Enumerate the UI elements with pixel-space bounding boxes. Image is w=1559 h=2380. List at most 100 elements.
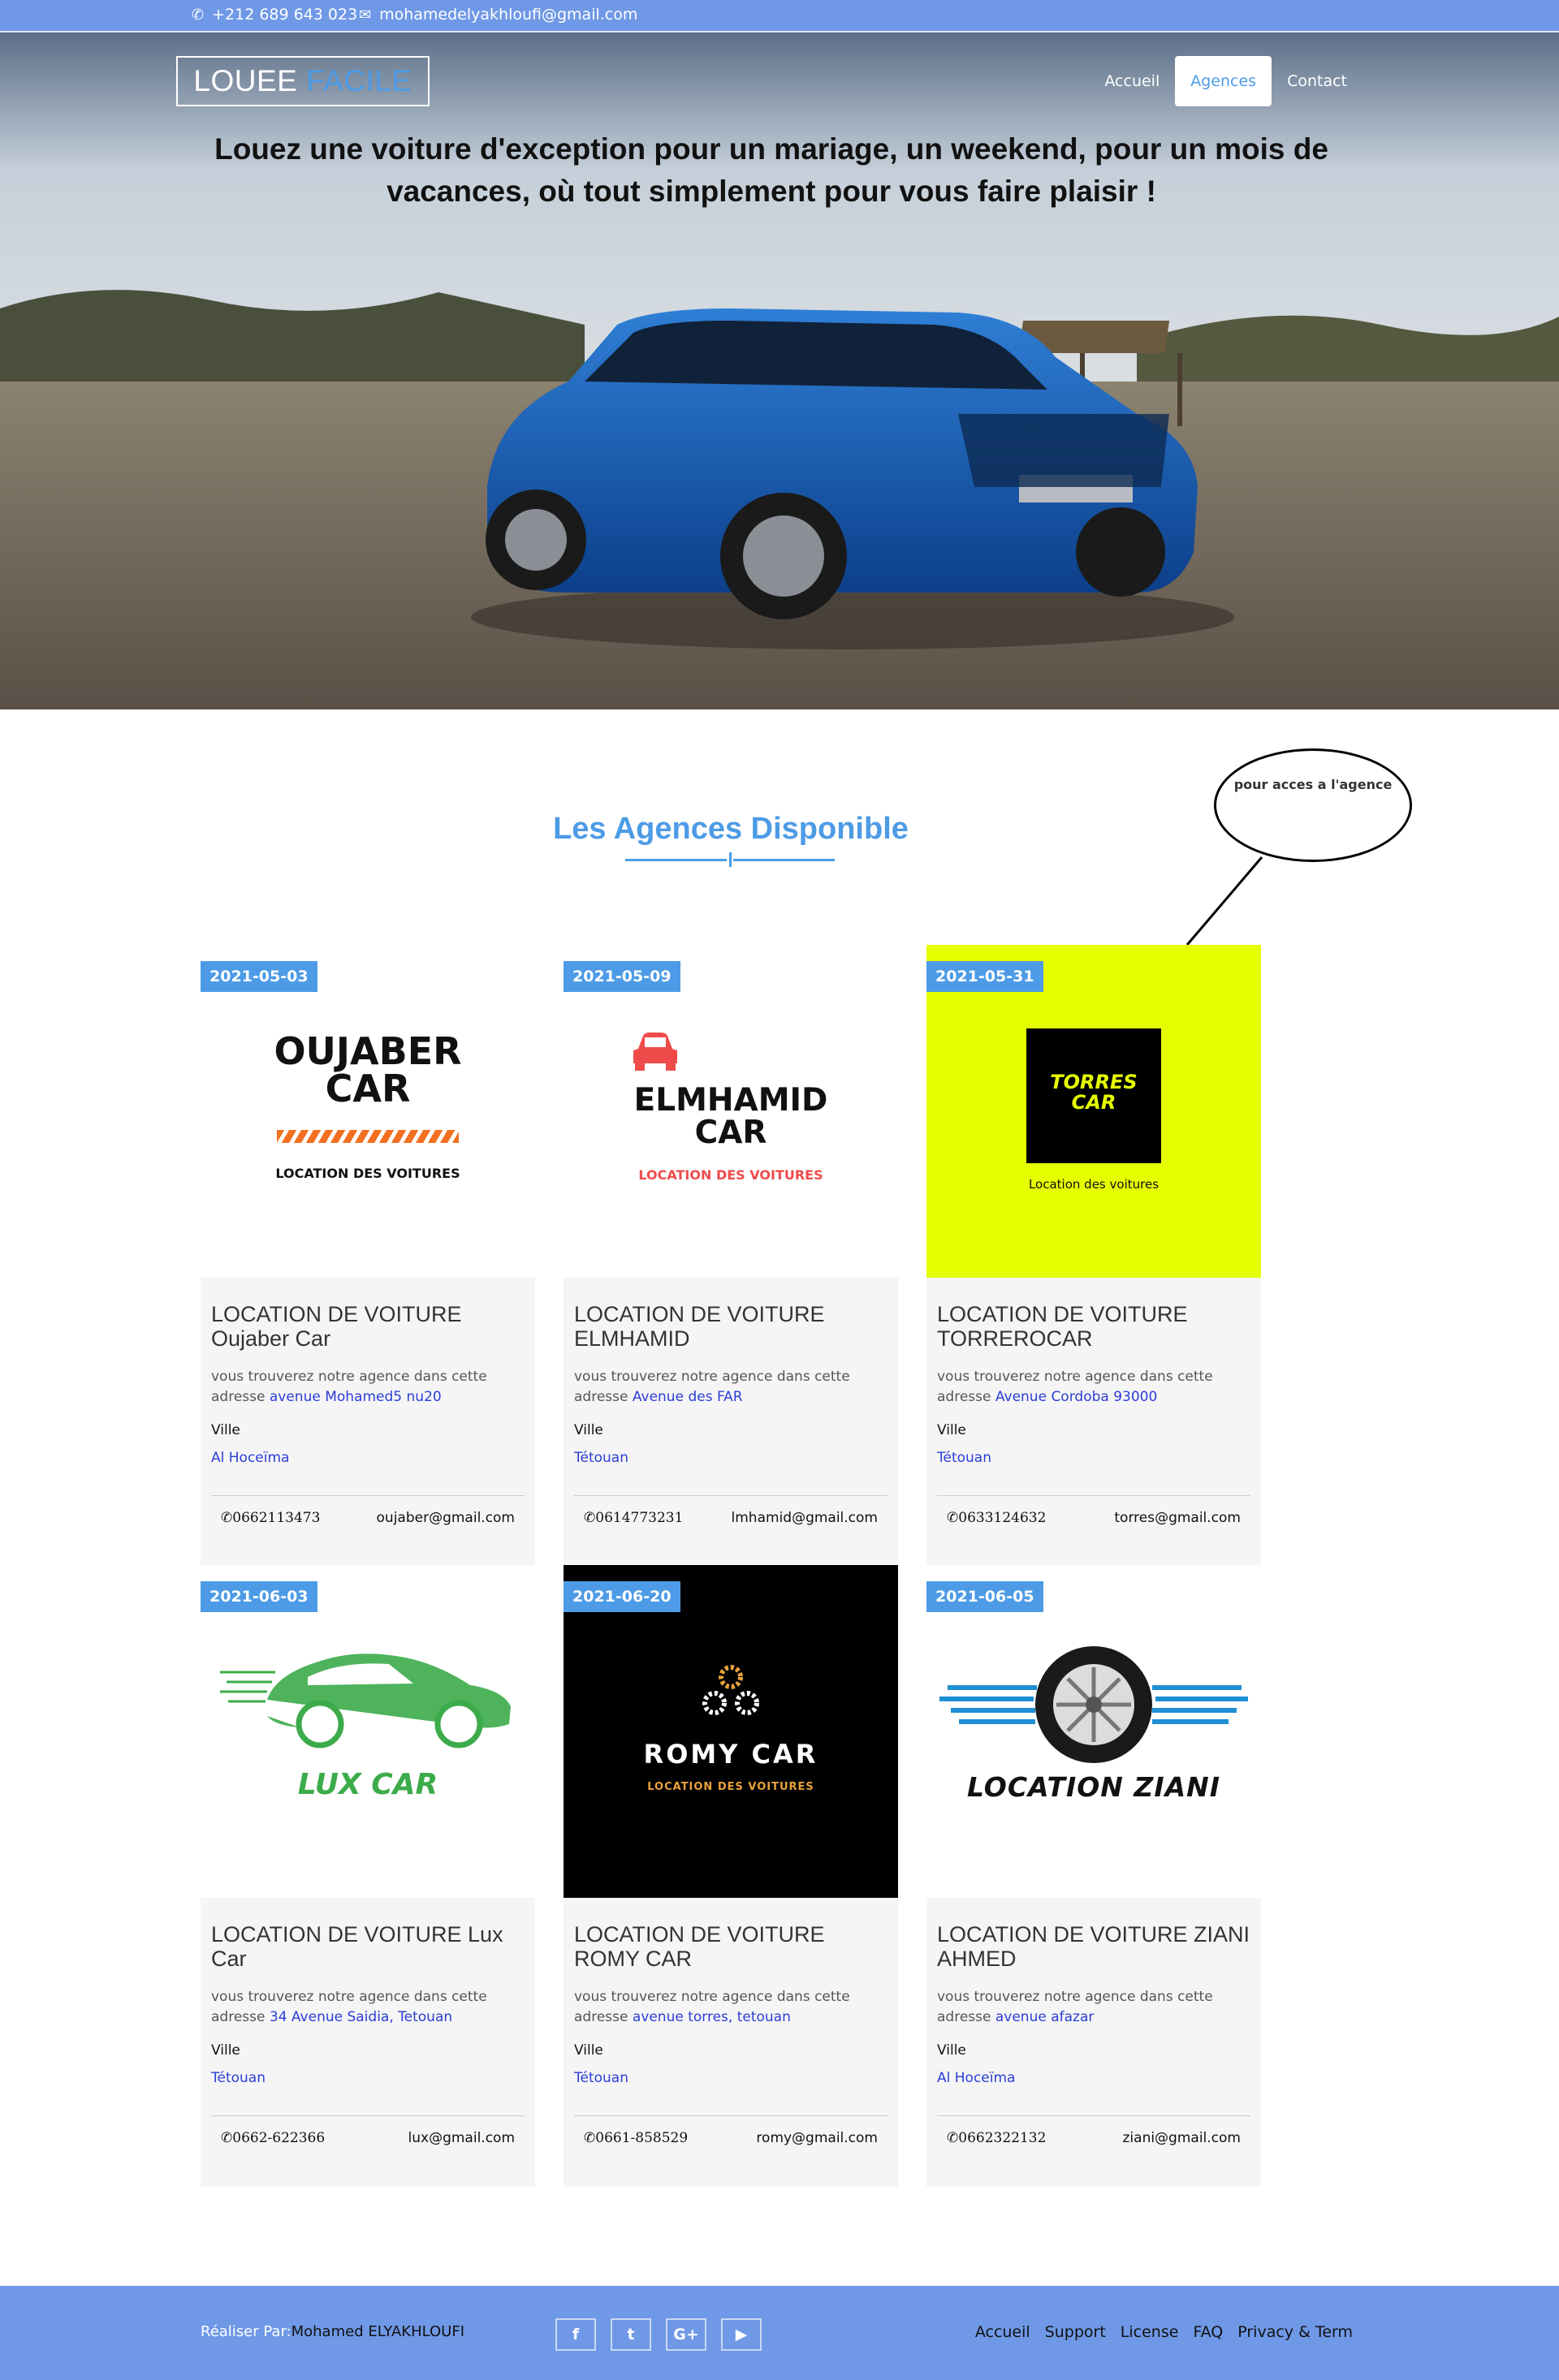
top-contact-bar: ✆ +212 689 643 023 ✉ mohamedelyakhloufi@… <box>0 0 1559 32</box>
phone-icon: ✆ <box>584 2130 596 2146</box>
nav-contact[interactable]: Contact <box>1272 56 1363 106</box>
elmhamid-logo-text: ELMHAMID CAR <box>564 1084 898 1149</box>
agency-card-body: LOCATION DE VOITURE ELMHAMID vous trouve… <box>564 1278 898 1567</box>
agency-phone[interactable]: ✆0662113473 <box>221 1510 320 1526</box>
top-email-text: mohamedelyakhloufi@gmail.com <box>379 6 638 24</box>
agency-card[interactable]: TORRES CAR Location des voitures 2021-05… <box>926 945 1261 1567</box>
agency-card-body: LOCATION DE VOITURE ZIANI AHMED vous tro… <box>926 1898 1261 2187</box>
agency-address[interactable]: avenue afazar <box>995 2009 1095 2025</box>
agency-ville-label: Ville <box>937 1422 966 1438</box>
phone-icon: ✆ <box>947 2130 959 2146</box>
google-plus-icon[interactable]: G+ <box>666 2318 706 2351</box>
torres-logo-text: TORRES CAR <box>1026 1072 1161 1113</box>
elmhamid-logo-line1: ELMHAMID <box>633 1082 828 1119</box>
callout-text: pour acces a l'agence <box>1233 777 1393 792</box>
footer-link-faq[interactable]: FAQ <box>1193 2323 1223 2341</box>
agency-email[interactable]: lux@gmail.com <box>408 2130 515 2146</box>
hero-headline: Louez une voiture d'exception pour un ma… <box>214 132 1328 208</box>
agency-address[interactable]: avenue torres, tetouan <box>633 2009 791 2025</box>
agency-contact-row: ✆0662322132 ziani@gmail.com <box>937 2130 1250 2146</box>
agency-address[interactable]: Avenue Cordoba 93000 <box>995 1389 1157 1405</box>
footer-social-links: f t G+ ▶ <box>555 2318 762 2351</box>
agency-description: vous trouverez notre agence dans cette a… <box>211 1367 525 1408</box>
agency-description: vous trouverez notre agence dans cette a… <box>574 1367 887 1408</box>
facebook-icon[interactable]: f <box>555 2318 596 2351</box>
brand-logo-part1: LOUEE <box>193 64 298 97</box>
agency-email[interactable]: oujaber@gmail.com <box>377 1510 515 1526</box>
agency-city[interactable]: Tétouan <box>211 2070 525 2086</box>
agency-city[interactable]: Tétouan <box>937 1450 1250 1466</box>
agency-logo-image[interactable]: ROMY CAR LOCATION DES VOITURES <box>564 1565 898 1898</box>
ziani-logo-text: LOCATION ZIANI <box>966 1771 1221 1803</box>
agency-logo-image[interactable]: LUX CAR <box>201 1565 535 1898</box>
agency-phone-text: 0662113473 <box>232 1510 321 1526</box>
agency-ville-label: Ville <box>574 1422 603 1438</box>
romy-logo-tagline: LOCATION DES VOITURES <box>647 1781 814 1793</box>
agency-card[interactable]: OUJABER CAR LOCATION DES VOITURES 2021-0… <box>201 945 535 1567</box>
agency-description: vous trouverez notre agence dans cette a… <box>574 1987 887 2028</box>
agency-address[interactable]: avenue Mohamed5 nu20 <box>270 1389 442 1405</box>
card-divider <box>937 1495 1250 1496</box>
agency-city[interactable]: Tétouan <box>574 2070 887 2086</box>
agency-city[interactable]: Al Hoceïma <box>211 1450 525 1466</box>
footer-credit-prefix: Réaliser Par: <box>201 2323 292 2340</box>
agency-title[interactable]: LOCATION DE VOITURE ELMHAMID <box>574 1302 887 1351</box>
agency-phone[interactable]: ✆0662-622366 <box>221 2130 325 2146</box>
agency-card[interactable]: ROMY CAR LOCATION DES VOITURES 2021-06-2… <box>564 1565 898 2187</box>
agency-title[interactable]: LOCATION DE VOITURE TORREROCAR <box>937 1302 1250 1351</box>
footer-link-privacy[interactable]: Privacy & Term <box>1237 2323 1353 2341</box>
agency-card[interactable]: LOCATION ZIANI 2021-06-05 LOCATION DE VO… <box>926 1565 1261 2187</box>
footer-link-license[interactable]: License <box>1121 2323 1179 2341</box>
agency-phone[interactable]: ✆0662322132 <box>947 2130 1046 2146</box>
agency-logo-image[interactable]: TORRES CAR Location des voitures <box>926 945 1261 1278</box>
title-underline-left <box>625 859 727 861</box>
agency-date: 2021-05-31 <box>926 961 1043 992</box>
oujaber-logo-line2: CAR <box>325 1067 411 1110</box>
main-nav: Accueil Agences Contact <box>1089 56 1363 106</box>
agency-title[interactable]: LOCATION DE VOITURE ZIANI AHMED <box>937 1922 1250 1971</box>
twitter-icon[interactable]: t <box>611 2318 651 2351</box>
agency-logo-image[interactable]: LOCATION ZIANI <box>926 1565 1261 1898</box>
nav-accueil[interactable]: Accueil <box>1089 56 1175 106</box>
agency-city[interactable]: Al Hoceïma <box>937 2070 1250 2086</box>
agency-contact-row: ✆0662113473 oujaber@gmail.com <box>211 1510 525 1526</box>
agency-title[interactable]: LOCATION DE VOITURE ROMY CAR <box>574 1922 887 1971</box>
agency-email[interactable]: torres@gmail.com <box>1114 1510 1241 1526</box>
agency-phone[interactable]: ✆0661-858529 <box>584 2130 688 2146</box>
torres-logo-line2: CAR <box>1071 1091 1116 1114</box>
wheel-icon <box>939 1646 1248 1763</box>
agency-title[interactable]: LOCATION DE VOITURE Oujaber Car <box>211 1302 525 1351</box>
agency-phone-text: 0662322132 <box>958 2130 1047 2146</box>
agency-email[interactable]: romy@gmail.com <box>756 2130 878 2146</box>
hero-banner: LOUEE FACILE Accueil Agences Contact Lou… <box>0 32 1559 709</box>
title-underline-right <box>733 859 835 861</box>
agency-logo-image[interactable]: OUJABER CAR LOCATION DES VOITURES <box>201 945 535 1278</box>
agency-description: vous trouverez notre agence dans cette a… <box>937 1367 1250 1408</box>
agency-title[interactable]: LOCATION DE VOITURE Lux Car <box>211 1922 525 1971</box>
agency-city[interactable]: Tétouan <box>574 1450 887 1466</box>
footer-links: Accueil Support License FAQ Privacy & Te… <box>975 2323 1353 2341</box>
agency-contact-row: ✆0662-622366 lux@gmail.com <box>211 2130 525 2146</box>
footer-link-accueil[interactable]: Accueil <box>975 2323 1030 2341</box>
agency-email[interactable]: ziani@gmail.com <box>1123 2130 1242 2146</box>
agency-ville-label: Ville <box>211 1422 240 1438</box>
agency-phone-text: 0633124632 <box>958 1510 1047 1526</box>
agency-address[interactable]: Avenue des FAR <box>633 1389 743 1405</box>
footer-link-support[interactable]: Support <box>1045 2323 1106 2341</box>
agency-email[interactable]: lmhamid@gmail.com <box>732 1510 878 1526</box>
card-divider <box>937 2115 1250 2116</box>
agency-phone[interactable]: ✆0614773231 <box>584 1510 683 1526</box>
agency-card[interactable]: LUX CAR 2021-06-03 LOCATION DE VOITURE L… <box>201 1565 535 2187</box>
nav-agences[interactable]: Agences <box>1175 56 1272 106</box>
agency-phone[interactable]: ✆0633124632 <box>947 1510 1046 1526</box>
top-phone-text: +212 689 643 023 <box>212 6 358 24</box>
youtube-icon[interactable]: ▶ <box>721 2318 762 2351</box>
oujaber-logo-line1: OUJABER <box>274 1029 462 1073</box>
top-email[interactable]: ✉ mohamedelyakhloufi@gmail.com <box>359 6 637 24</box>
oujaber-logo-stripe <box>277 1130 459 1143</box>
agency-card[interactable]: ELMHAMID CAR LOCATION DES VOITURES 2021-… <box>564 945 898 1567</box>
brand-logo[interactable]: LOUEE FACILE <box>176 56 430 106</box>
agency-address[interactable]: 34 Avenue Saidia, Tetouan <box>270 2009 452 2025</box>
top-phone: ✆ +212 689 643 023 <box>192 6 357 24</box>
agency-logo-image[interactable]: ELMHAMID CAR LOCATION DES VOITURES <box>564 945 898 1278</box>
